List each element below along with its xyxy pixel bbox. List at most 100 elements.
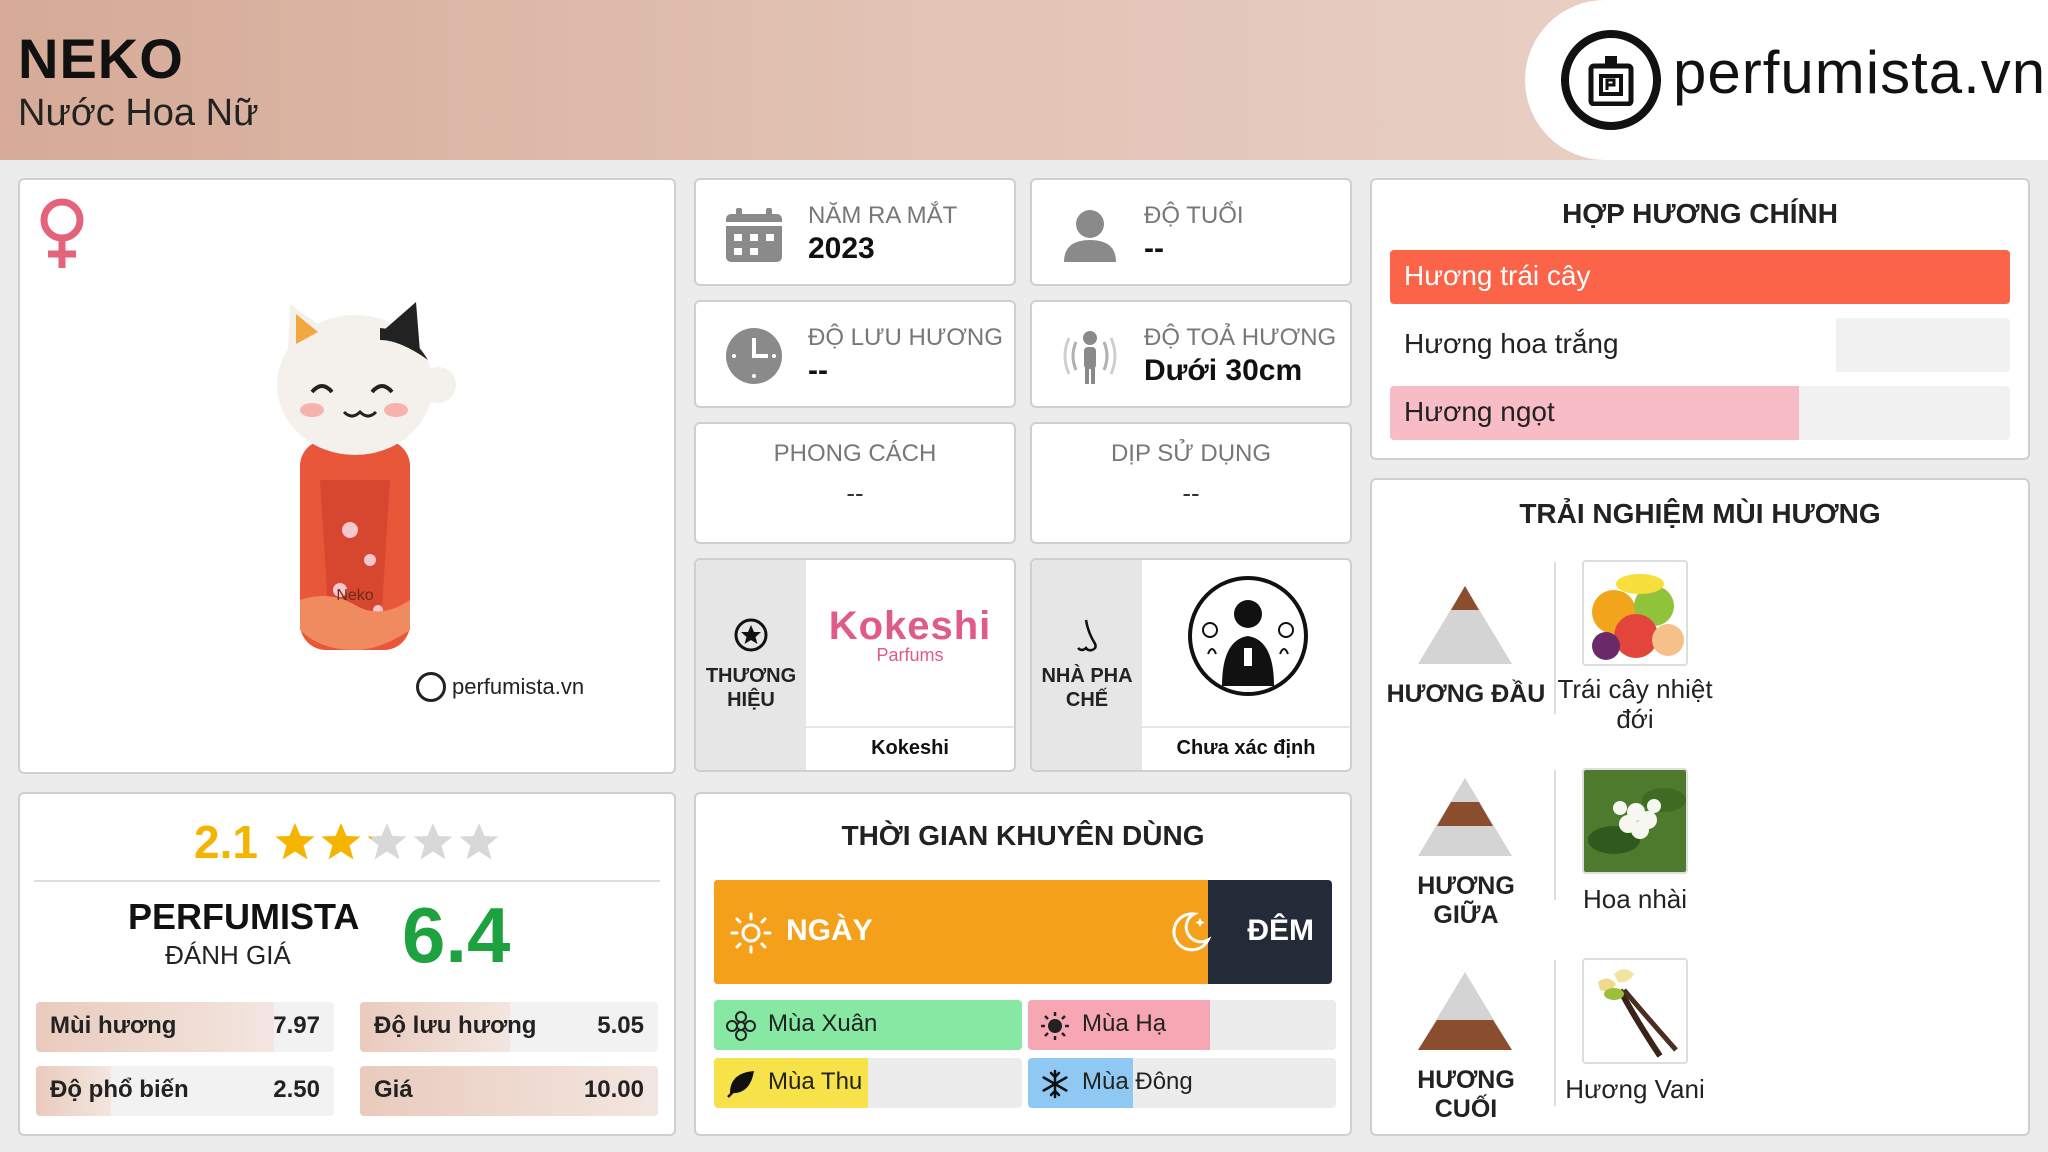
header: NEKO Nước Hoa Nữ perfumista.vn (0, 0, 2048, 160)
occasion-label: DỊP SỬ DỤNG (1110, 440, 1272, 467)
bottle-label: Neko (336, 587, 373, 604)
top-note-label: HƯƠNG ĐẦU (1386, 680, 1546, 708)
perfumista-score: 6.4 (402, 891, 511, 979)
accord-label: Hương trái cây (1404, 260, 1591, 291)
sillage-value: Dưới 30cm (1144, 354, 1303, 387)
recommended-time-title: THỜI GIAN KHUYÊN DÙNG (841, 820, 1205, 851)
sun-icon (1040, 1011, 1070, 1046)
rating-item: Giá 10.00 (360, 1066, 658, 1116)
perfumer-label: NHÀ PHA CHẾ (1041, 665, 1133, 711)
perfumer-avatar-icon (1188, 576, 1308, 696)
top-note-name: Trái cây nhiệt đới (1557, 674, 1713, 734)
pyramid-top-icon (1418, 586, 1512, 664)
middle-note-name: Hoa nhài (1582, 884, 1688, 914)
season-item: Mùa Hạ (1028, 1000, 1336, 1050)
season-label: Mùa Đông (1082, 1068, 1193, 1095)
longevity-label: ĐỘ LƯU HƯƠNG (808, 324, 1003, 351)
product-bottle-image: Neko (277, 302, 456, 650)
perfume-bottle-icon (416, 672, 446, 702)
accord-bar: Hương trái cây (1390, 250, 2010, 304)
user-icon (1064, 210, 1116, 262)
main-accords-title: HỢP HƯƠNG CHÍNH (1562, 198, 1838, 229)
style-label: PHONG CÁCH (773, 440, 937, 467)
night-label: ĐÊM (1247, 914, 1314, 947)
accord-bar: Hương hoa trắng (1390, 318, 2010, 372)
season-item: Mùa Thu (714, 1058, 1022, 1108)
brand-label-panel: THƯƠNG HIỆU (696, 560, 806, 770)
product-subtitle: Nước Hoa Nữ (18, 92, 259, 134)
pyramid-middle-icon (1418, 778, 1512, 856)
top-note-image (1582, 560, 1688, 666)
accord-label: Hương hoa trắng (1404, 328, 1619, 359)
main-accords-card: HỢP HƯƠNG CHÍNH Hương trái cây Hương hoa … (1370, 178, 2030, 460)
perfumer-card[interactable]: NHÀ PHA CHẾ Chưa xác định (1030, 558, 1352, 772)
site-logo[interactable]: perfumista.vn (1525, 0, 2048, 160)
product-title: NEKO (18, 27, 184, 90)
female-symbol-icon (40, 198, 84, 268)
star-icon (275, 823, 315, 860)
star-icon (321, 823, 361, 860)
occasion-value: -- (1182, 478, 1200, 508)
nose-icon (1077, 619, 1097, 652)
sun-icon (730, 912, 772, 954)
middle-note-label: HƯƠNG GIỮA (1417, 872, 1515, 929)
base-note-name: Hương Vani (1565, 1074, 1705, 1104)
rating-card: 2.1 PERFUMISTA ĐÁNH GIÁ 6.4 Mùi hương 7.9… (18, 792, 676, 1136)
divider (806, 726, 1014, 728)
season-item: Mùa Đông (1028, 1058, 1336, 1108)
rating-item-label: Độ lưu hương (374, 1012, 537, 1039)
pyramid-base-icon (1418, 972, 1512, 1050)
divider (34, 880, 660, 882)
brand-card[interactable]: THƯƠNG HIỆU Kokeshi Parfums Kokeshi (694, 558, 1016, 772)
release-year-card: NĂM RA MẮT 2023 (694, 178, 1016, 286)
divider (1142, 726, 1350, 728)
perfume-bottle-icon (1561, 30, 1661, 130)
star-icon (459, 823, 499, 860)
base-note-label: HƯƠNG CUỐI (1417, 1066, 1515, 1123)
age-value: -- (1144, 232, 1164, 265)
snowflake-icon (1040, 1069, 1070, 1104)
perfumer-name: Chưa xác định (1176, 737, 1316, 759)
product-image-card: Neko perfumista.vn (18, 178, 676, 774)
age-card: ĐỘ TUỔI -- (1030, 178, 1352, 286)
base-note-image (1582, 958, 1688, 1064)
rating-item-value: 5.05 (597, 1012, 644, 1039)
day-label: NGÀY (786, 914, 873, 947)
moon-icon (1172, 912, 1212, 952)
rating-row: 2.1 (20, 814, 674, 870)
star-icon (413, 823, 453, 860)
style-value: -- (846, 478, 864, 508)
star-icon (367, 823, 407, 860)
occasion-card: DỊP SỬ DỤNG -- (1030, 422, 1352, 544)
sillage-person-icon (1063, 331, 1117, 384)
accord-label: Hương ngọt (1404, 396, 1555, 427)
rating-item: Độ lưu hương 5.05 (360, 1002, 658, 1052)
middle-note-image (1582, 768, 1688, 874)
rating-item-value: 10.00 (583, 1076, 644, 1103)
rating-item-label: Độ phổ biến (50, 1076, 189, 1103)
flower-icon (726, 1011, 756, 1046)
brand-name: Kokeshi (871, 737, 949, 759)
perfumista-sublabel: ĐÁNH GIÁ (165, 940, 291, 970)
perfumer-label-panel: NHÀ PHA CHẾ (1032, 560, 1142, 770)
perfumista-label: PERFUMISTA (128, 896, 360, 937)
season-item: Mùa Xuân (714, 1000, 1022, 1050)
sillage-card: ĐỘ TOẢ HƯƠNG Dưới 30cm (1030, 300, 1352, 408)
scent-notes-title: TRẢI NGHIỆM MÙI HƯƠNG (1519, 498, 1881, 529)
calendar-icon (726, 208, 782, 262)
clock-icon (726, 328, 782, 384)
season-label: Mùa Thu (768, 1068, 863, 1095)
season-label: Mùa Xuân (768, 1010, 878, 1037)
longevity-value: -- (808, 354, 828, 387)
brand-logo: Kokeshi Parfums (828, 604, 992, 665)
rating-item-label: Giá (374, 1076, 413, 1103)
watermark: perfumista.vn (416, 672, 584, 702)
style-card: PHONG CÁCH -- (694, 422, 1016, 544)
rating-item: Mùi hương 7.97 (36, 1002, 334, 1052)
release-year-value: 2023 (808, 232, 875, 265)
user-rating-score: 2.1 (194, 816, 258, 868)
day-night-bar: NGÀY ĐÊM (714, 880, 1332, 984)
longevity-card: ĐỘ LƯU HƯƠNG -- (694, 300, 1016, 408)
rating-item-value: 7.97 (273, 1012, 320, 1039)
release-year-label: NĂM RA MẮT (808, 202, 958, 229)
